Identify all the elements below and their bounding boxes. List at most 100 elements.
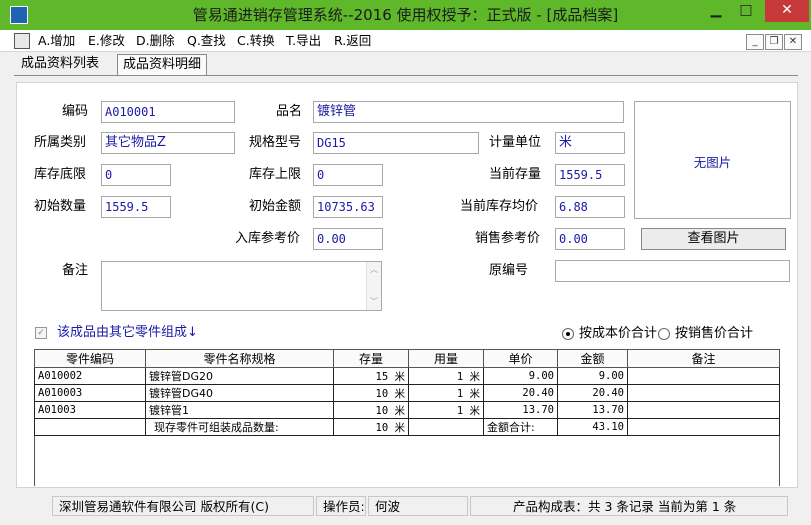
remark-scrollbar[interactable]: ︿ ﹀ [366,262,381,310]
status-company: 深圳管易通软件有限公司 版权所有(C) [52,496,314,516]
cell-stock[interactable]: 10 米 [333,401,409,419]
tab-product-detail[interactable]: 成品资料明细 [117,54,208,76]
window-title: 管易通进销存管理系统--2016 使用权授予：正式版 - [成品档案] [192,6,619,24]
current-stock-field[interactable]: 1559.5 [555,164,625,186]
col-header-usage[interactable]: 用量 [408,349,484,368]
menu-delete[interactable]: D.删除 [136,31,175,51]
table-row[interactable]: A010003 镀锌管DG40 10 米 1 米 20.40 20.40 [34,384,780,402]
grid-empty-area [34,436,780,486]
initial-qty-field[interactable]: 1559.5 [101,196,171,218]
radio-cost-price-label: 按成本价合计 [579,326,658,341]
remark-textarea[interactable] [101,261,382,311]
cell-price[interactable]: 9.00 [483,367,558,385]
cell-name[interactable]: 镀锌管1 [145,401,334,419]
minimize-button[interactable]: ▁ [703,0,729,22]
max-stock-field[interactable]: 0 [313,164,383,186]
parts-grid: 零件编码 零件名称规格 存量 用量 单价 金额 备注 A010002 镀锌管DG… [34,349,780,436]
min-stock-label: 库存底限 [34,167,87,182]
tab-divider [14,75,798,76]
menu-convert[interactable]: C.转换 [237,31,275,51]
max-stock-label: 库存上限 [249,167,302,182]
mdi-minimize-button[interactable]: _ [746,34,764,50]
cell-name[interactable]: 镀锌管DG20 [145,367,334,385]
tab-product-list[interactable]: 成品资料列表 [16,54,104,76]
name-field[interactable]: 镀锌管 [313,101,624,123]
spec-field[interactable]: DG15 [313,132,479,154]
cell-amount[interactable]: 20.40 [557,384,628,402]
no-image-text: 无图片 [693,155,732,170]
status-records: 产品构成表：共 3 条记录 当前为第 1 条 [470,496,788,516]
cell-amount[interactable]: 9.00 [557,367,628,385]
status-operator: 何波 [368,496,468,516]
menu-export[interactable]: T.导出 [286,31,321,51]
cell-price[interactable]: 13.70 [483,401,558,419]
avg-price-field[interactable]: 6.88 [555,196,625,218]
summary-empty-cell [34,418,146,436]
summary-total-label: 金额合计: [483,418,558,436]
in-ref-price-label: 入库参考价 [235,231,301,246]
cell-code[interactable]: A01003 [34,401,146,419]
col-header-note[interactable]: 备注 [627,349,780,368]
table-header-row: 零件编码 零件名称规格 存量 用量 单价 金额 备注 [34,349,780,368]
old-code-label: 原编号 [489,263,529,278]
view-image-button[interactable]: 查看图片 [641,228,786,250]
code-label: 编码 [62,104,89,119]
col-header-price[interactable]: 单价 [483,349,558,368]
name-label: 品名 [276,104,303,119]
table-row[interactable]: A01003 镀锌管1 10 米 1 米 13.70 13.70 [34,401,780,419]
menu-edit[interactable]: E.修改 [88,31,125,51]
category-field[interactable]: 其它物品Z [101,132,235,154]
radio-sale-price[interactable] [658,328,670,340]
assembly-checkbox-label: 该成品由其它零件组成↓ [57,325,198,340]
initial-amount-field[interactable]: 10735.63 [313,196,383,218]
summary-total: 43.10 [557,418,628,436]
old-code-field[interactable] [555,260,790,282]
assembly-checkbox[interactable]: ✓ [35,327,47,339]
min-stock-field[interactable]: 0 [101,164,171,186]
in-ref-price-field[interactable]: 0.00 [313,228,383,250]
cell-stock[interactable]: 10 米 [333,384,409,402]
cell-amount[interactable]: 13.70 [557,401,628,419]
cell-usage[interactable]: 1 米 [408,384,484,402]
unit-field[interactable]: 米 [555,132,625,154]
scroll-up-icon[interactable]: ︿ [370,264,378,275]
cell-note[interactable] [627,367,780,385]
summary-empty-cell [408,418,484,436]
sale-ref-price-label: 销售参考价 [475,231,541,246]
col-header-amount[interactable]: 金额 [557,349,628,368]
table-row[interactable]: A010002 镀锌管DG20 15 米 1 米 9.00 9.00 [34,367,780,385]
cell-note[interactable] [627,384,780,402]
cell-note[interactable] [627,401,780,419]
remark-label: 备注 [62,263,89,278]
menu-return[interactable]: R.返回 [334,31,371,51]
initial-qty-label: 初始数量 [34,199,87,214]
menu-add[interactable]: A.增加 [38,31,75,51]
cell-price[interactable]: 20.40 [483,384,558,402]
code-field[interactable]: A010001 [101,101,235,123]
status-operator-label: 操作员: [316,496,366,516]
mdi-restore-button[interactable]: ❐ [765,34,783,50]
current-stock-label: 当前存量 [489,167,542,182]
radio-sale-price-label: 按销售价合计 [675,326,754,341]
cell-code[interactable]: A010003 [34,384,146,402]
sale-ref-price-field[interactable]: 0.00 [555,228,625,250]
avg-price-label: 当前库存均价 [460,199,539,214]
mdi-close-button[interactable]: ✕ [784,34,802,50]
col-header-name[interactable]: 零件名称规格 [145,349,334,368]
category-label: 所属类别 [34,135,87,150]
restore-button[interactable]: □ [733,0,759,22]
table-summary-row: 现存零件可组装成品数量: 10 米 金额合计: 43.10 [34,418,780,436]
cell-code[interactable]: A010002 [34,367,146,385]
col-header-stock[interactable]: 存量 [333,349,409,368]
radio-cost-price[interactable] [562,328,574,340]
unit-label: 计量单位 [489,135,542,150]
cell-usage[interactable]: 1 米 [408,367,484,385]
scroll-down-icon[interactable]: ﹀ [370,296,378,307]
cell-name[interactable]: 镀锌管DG40 [145,384,334,402]
cell-stock[interactable]: 15 米 [333,367,409,385]
menu-find[interactable]: Q.查找 [187,31,226,51]
document-menu-icon[interactable] [14,33,30,49]
col-header-code[interactable]: 零件编码 [34,349,146,368]
cell-usage[interactable]: 1 米 [408,401,484,419]
close-button[interactable]: ✕ [765,0,809,22]
